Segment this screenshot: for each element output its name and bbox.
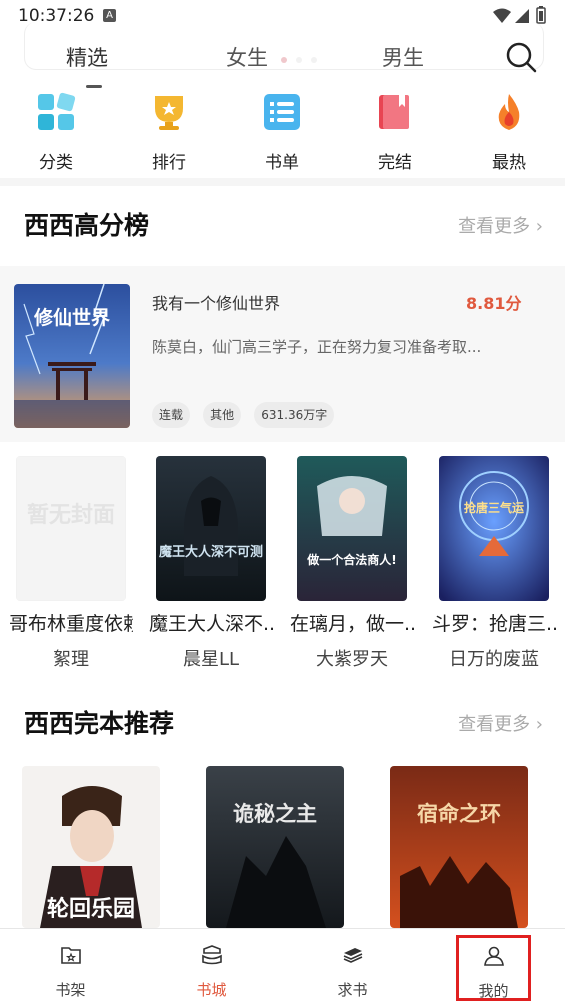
category-booklist[interactable]: 书单 xyxy=(242,90,322,173)
book-author: 晨星LL xyxy=(182,649,240,670)
bookstore-icon xyxy=(201,945,222,965)
book-cover[interactable]: 轮回乐园 xyxy=(22,766,160,928)
book-cover: 抢唐三气运 xyxy=(439,456,549,601)
grid-icon xyxy=(38,92,76,130)
book-icon xyxy=(379,95,409,129)
see-more-link[interactable]: 查看更多 › xyxy=(458,212,543,238)
category-label: 最热 xyxy=(492,153,526,173)
section-title-high-score: 西西高分榜 xyxy=(24,211,150,240)
cover-title: 轮回乐园 xyxy=(47,896,135,922)
active-tab-indicator xyxy=(86,85,102,88)
see-more-link[interactable]: 查看更多 › xyxy=(458,710,543,736)
tab-male[interactable]: 男生 xyxy=(382,42,424,72)
book-item[interactable]: 做一个合法商人! 在璃月，做一... 大紫罗天 xyxy=(290,456,414,671)
cover-title: 抢唐三气运 xyxy=(464,500,524,515)
book-author: 日万的废蓝 xyxy=(449,649,539,670)
cover-title: 做一个合法商人! xyxy=(306,552,396,567)
bottom-navigation: 书架 书城 求书 我的 xyxy=(0,928,565,1004)
book-title: 哥布林重度依赖 xyxy=(9,613,133,635)
book-grid: 暂无封面 哥布林重度依赖 絮理 魔王大人深不可测 魔王大人深不... 晨星LL xyxy=(0,456,565,672)
cover-title: 诡秘之主 xyxy=(233,802,317,826)
tag-status: 连载 xyxy=(152,402,191,428)
fire-icon xyxy=(498,94,520,130)
request-book-icon xyxy=(343,948,362,963)
book-cover[interactable]: 诡秘之主 xyxy=(206,766,344,928)
book-title: 斗罗：抢唐三... xyxy=(432,613,556,635)
section-title-complete: 西西完本推荐 xyxy=(24,709,175,738)
list-icon xyxy=(264,94,300,130)
category-label: 书单 xyxy=(265,153,299,173)
book-author: 絮理 xyxy=(53,649,89,670)
category-ranking[interactable]: 排行 xyxy=(129,90,209,173)
category-label: 分类 xyxy=(39,153,73,173)
nav-bookshelf[interactable]: 书架 xyxy=(0,929,141,1004)
trophy-icon xyxy=(155,96,183,130)
search-icon[interactable] xyxy=(504,40,538,74)
category-label: 完结 xyxy=(378,153,412,173)
book-item[interactable]: 暂无封面 哥布林重度依赖 絮理 xyxy=(9,456,133,671)
cover-title: 魔王大人深不可测 xyxy=(159,544,263,560)
nav-label: 我的 xyxy=(478,982,509,1000)
cover-title: 宿命之环 xyxy=(417,802,501,826)
featured-book-card[interactable]: 修仙世界 我有一个修仙世界 8.81分 陈莫白，仙门高三学子，正在努力复习准备考… xyxy=(0,266,565,442)
nav-label: 书城 xyxy=(196,981,227,999)
tab-featured[interactable]: 精选 xyxy=(66,42,108,72)
cover-title: 修仙世界 xyxy=(33,306,110,329)
tag-genre: 其他 xyxy=(203,402,242,428)
category-completed[interactable]: 完结 xyxy=(355,90,435,173)
book-cover: 做一个合法商人! xyxy=(297,456,407,601)
book-cover: 暂无封面 xyxy=(16,456,126,601)
featured-book-tags: 连载 其他 631.36万字 xyxy=(152,402,342,428)
book-title: 在璃月，做一... xyxy=(290,613,414,635)
bookshelf-icon xyxy=(60,947,81,964)
section-divider xyxy=(0,178,565,186)
notification-icon: A xyxy=(103,9,116,22)
complete-book-row: 轮回乐园 诡秘之主 宿命之环 xyxy=(0,766,565,928)
nav-bookstore[interactable]: 书城 xyxy=(141,929,282,1004)
page-indicator-dots xyxy=(281,48,326,67)
book-item[interactable]: 魔王大人深不可测 魔王大人深不... 晨星LL xyxy=(149,456,273,671)
category-hottest[interactable]: 最热 xyxy=(469,90,549,173)
featured-book-title: 我有一个修仙世界 xyxy=(152,294,281,313)
nav-label: 求书 xyxy=(337,981,368,999)
top-tab-bar: 精选 女生 男生 xyxy=(0,22,565,92)
featured-book-description: 陈莫白，仙门高三学子，正在努力复习准备考取... xyxy=(152,338,482,356)
featured-book-score: 8.81分 xyxy=(466,294,522,313)
tab-female[interactable]: 女生 xyxy=(226,42,268,72)
nav-request-book[interactable]: 求书 xyxy=(282,929,423,1004)
profile-icon xyxy=(483,946,504,966)
book-title: 魔王大人深不... xyxy=(149,613,273,635)
cover-placeholder-top: 暂无封面 xyxy=(27,502,115,528)
book-item[interactable]: 抢唐三气运 斗罗：抢唐三... 日万的废蓝 xyxy=(432,456,556,671)
category-classify[interactable]: 分类 xyxy=(16,90,96,173)
book-author: 大紫罗天 xyxy=(316,649,388,670)
book-cover[interactable]: 宿命之环 xyxy=(390,766,528,928)
category-row: 分类 排行 书单 完结 最热 xyxy=(0,90,565,178)
book-cover: 魔王大人深不可测 xyxy=(156,456,266,601)
tag-word-count: 631.36万字 xyxy=(254,402,335,428)
category-label: 排行 xyxy=(152,153,186,173)
nav-label: 书架 xyxy=(55,981,86,999)
nav-profile[interactable]: 我的 xyxy=(456,935,531,1001)
featured-book-cover: 修仙世界 xyxy=(14,284,130,428)
